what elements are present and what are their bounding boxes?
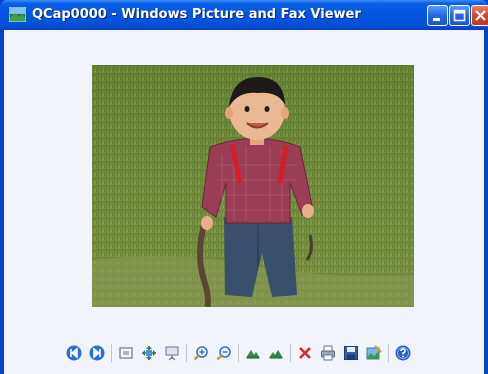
save-button[interactable] — [341, 343, 361, 363]
toolbar-separator — [111, 344, 112, 362]
maximize-button[interactable] — [449, 5, 470, 26]
rotate-clockwise-button[interactable] — [243, 343, 263, 363]
zoom-out-icon — [216, 346, 231, 361]
picture-viewer-icon — [9, 7, 26, 22]
next-image-button[interactable] — [87, 343, 107, 363]
zoom-out-button[interactable] — [214, 343, 234, 363]
picture-viewer-window: QCap0000 - Windows Picture and Fax Viewe… — [0, 0, 488, 374]
minimize-icon — [433, 18, 440, 21]
save-icon — [344, 346, 358, 360]
next-icon — [89, 345, 105, 361]
close-button[interactable] — [471, 5, 488, 26]
viewer-toolbar — [64, 342, 416, 364]
title-bar[interactable]: QCap0000 - Windows Picture and Fax Viewe… — [0, 0, 488, 30]
best-fit-button[interactable] — [116, 343, 136, 363]
close-icon — [475, 10, 486, 21]
toolbar-separator — [388, 344, 389, 362]
actual-size-icon — [142, 346, 156, 360]
maximize-icon — [453, 9, 466, 22]
previous-image-button[interactable] — [64, 343, 84, 363]
best-fit-icon — [119, 347, 133, 359]
toolbar-separator — [290, 344, 291, 362]
minimize-button[interactable] — [427, 5, 448, 26]
print-icon — [321, 345, 335, 361]
zoom-in-icon — [193, 346, 208, 361]
zoom-in-button[interactable] — [191, 343, 211, 363]
help-button[interactable] — [393, 343, 413, 363]
delete-icon — [299, 347, 311, 359]
photo-child-on-grass — [92, 65, 414, 307]
window-title: QCap0000 - Windows Picture and Fax Viewe… — [32, 7, 361, 22]
rotate-counterclockwise-button[interactable] — [266, 343, 286, 363]
edit-icon — [366, 345, 382, 360]
delete-button[interactable] — [295, 343, 315, 363]
rotate-counterclockwise-icon — [269, 350, 283, 359]
open-for-editing-button[interactable] — [364, 343, 384, 363]
help-icon — [395, 345, 411, 361]
slideshow-button[interactable] — [162, 343, 182, 363]
toolbar-separator — [186, 344, 187, 362]
rotate-clockwise-icon — [246, 350, 260, 359]
displayed-photo — [92, 65, 414, 307]
viewer-area — [4, 30, 484, 374]
toolbar-separator — [238, 344, 239, 362]
previous-icon — [66, 345, 82, 361]
slideshow-icon — [165, 346, 179, 361]
print-button[interactable] — [318, 343, 338, 363]
actual-size-button[interactable] — [139, 343, 159, 363]
